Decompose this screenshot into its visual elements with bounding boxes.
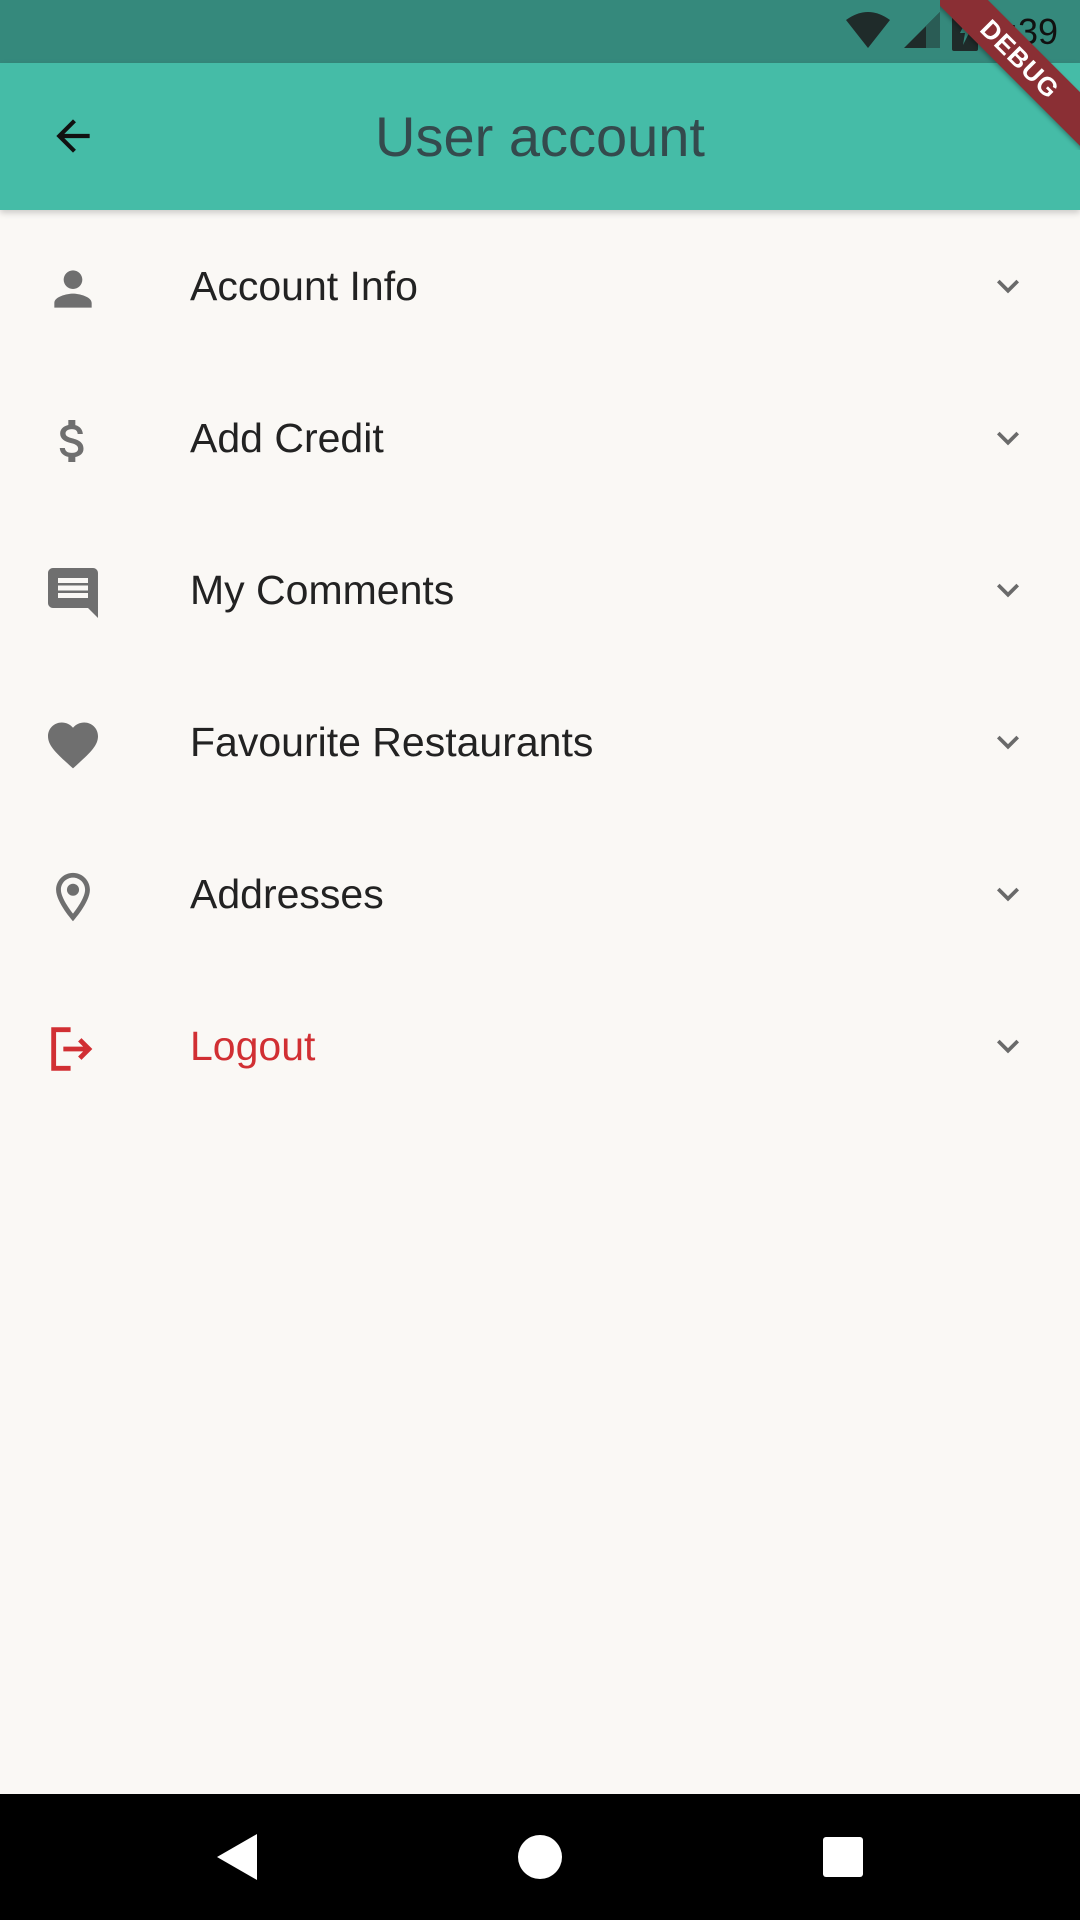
menu-item-logout[interactable]: Logout xyxy=(0,970,1080,1122)
menu-item-add-credit[interactable]: Add Credit xyxy=(0,362,1080,514)
menu-item-label: Account Info xyxy=(190,263,418,309)
location-pin-icon xyxy=(40,864,106,930)
chevron-down-icon[interactable] xyxy=(984,1022,1032,1070)
menu-item-label: Addresses xyxy=(190,871,384,917)
heart-icon xyxy=(40,712,106,778)
chevron-down-icon[interactable] xyxy=(984,718,1032,766)
app-bar: User account xyxy=(0,63,1080,210)
menu-item-favourite-restaurants[interactable]: Favourite Restaurants xyxy=(0,666,1080,818)
back-button[interactable] xyxy=(30,93,116,179)
back-triangle-icon xyxy=(217,1834,257,1880)
chevron-down-icon[interactable] xyxy=(984,414,1032,462)
chevron-down-icon[interactable] xyxy=(984,566,1032,614)
chevron-down-icon[interactable] xyxy=(984,262,1032,310)
home-circle-icon xyxy=(518,1835,562,1879)
nav-back-button[interactable] xyxy=(204,1824,270,1890)
menu-item-addresses[interactable]: Addresses xyxy=(0,818,1080,970)
menu-item-label: Logout xyxy=(190,1023,316,1069)
nav-recents-button[interactable] xyxy=(810,1824,876,1890)
person-icon xyxy=(40,256,106,322)
dollar-icon xyxy=(40,408,106,474)
arrow-back-icon xyxy=(56,119,90,153)
comment-icon xyxy=(40,560,106,626)
chevron-down-icon[interactable] xyxy=(984,870,1032,918)
signal-icon xyxy=(902,10,942,55)
menu-item-account-info[interactable]: Account Info xyxy=(0,210,1080,362)
recents-square-icon xyxy=(823,1837,863,1877)
account-menu: Account Info Add Credit My Comments Favo… xyxy=(0,210,1080,1122)
wifi-icon xyxy=(844,10,892,55)
battery-charging-icon xyxy=(951,8,978,56)
logout-icon xyxy=(40,1016,106,1082)
nav-home-button[interactable] xyxy=(507,1824,573,1890)
menu-item-label: Favourite Restaurants xyxy=(190,719,594,765)
status-time: 1:39 xyxy=(987,11,1058,52)
menu-item-label: My Comments xyxy=(190,567,455,613)
menu-item-my-comments[interactable]: My Comments xyxy=(0,514,1080,666)
page-title: User account xyxy=(375,105,705,168)
menu-item-label: Add Credit xyxy=(190,415,384,461)
status-bar: 1:39 xyxy=(0,0,1080,63)
status-icons: 1:39 xyxy=(844,8,1058,56)
system-nav-bar xyxy=(0,1794,1080,1920)
